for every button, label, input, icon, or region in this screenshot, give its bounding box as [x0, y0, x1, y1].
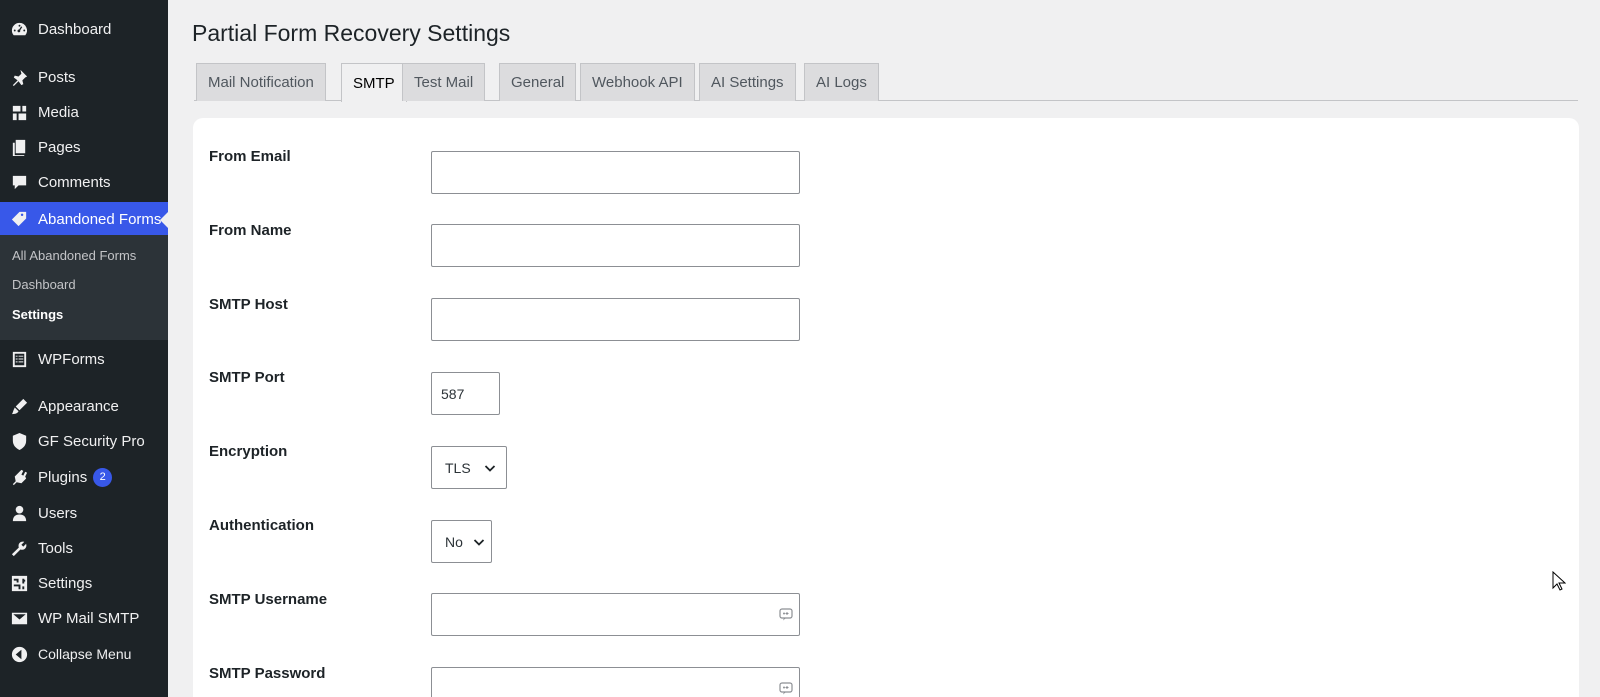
menu-item-settings[interactable]: Settings: [0, 566, 168, 600]
smtp-port-label: SMTP Port: [209, 369, 285, 386]
smtp-password-field[interactable]: [431, 667, 800, 697]
page-title: Partial Form Recovery Settings: [192, 20, 511, 46]
shield-icon: [9, 431, 29, 451]
authentication-select[interactable]: No: [431, 520, 492, 563]
menu-label: WP Mail SMTP: [38, 609, 140, 627]
smtp-host-field[interactable]: [431, 298, 800, 341]
submenu-item-all-abandoned-forms[interactable]: All Abandoned Forms: [12, 248, 136, 263]
encryption-select[interactable]: TLS: [431, 446, 507, 489]
menu-label: Tools: [38, 539, 74, 557]
collapse-icon: [9, 644, 29, 664]
menu-item-plugins[interactable]: Plugins 2: [0, 460, 168, 494]
pages-icon: [9, 137, 29, 157]
admin-sidebar: Dashboard Posts Media Pages Comments Aba…: [0, 0, 168, 697]
user-icon: [9, 503, 29, 523]
from-email-label: From Email: [209, 148, 291, 165]
menu-item-posts[interactable]: Posts: [0, 60, 168, 94]
encryption-label: Encryption: [209, 443, 288, 460]
media-icon: [9, 102, 29, 122]
from-name-field[interactable]: [431, 224, 800, 267]
password-manager-icon[interactable]: [779, 682, 793, 695]
menu-item-tools[interactable]: Tools: [0, 531, 168, 565]
from-email-field[interactable]: [431, 151, 800, 194]
tab-mail-notification[interactable]: Mail Notification: [196, 63, 326, 101]
menu-label: Plugins: [38, 468, 88, 486]
menu-label: Dashboard: [38, 20, 112, 38]
menu-item-pages[interactable]: Pages: [0, 130, 168, 164]
menu-item-users[interactable]: Users: [0, 496, 168, 530]
smtp-host-label: SMTP Host: [209, 296, 288, 313]
menu-item-comments[interactable]: Comments: [0, 165, 168, 199]
comment-icon: [9, 172, 29, 192]
tab-smtp[interactable]: SMTP: [341, 63, 407, 102]
authentication-label: Authentication: [209, 517, 314, 534]
collapse-menu-button[interactable]: Collapse Menu: [0, 637, 168, 671]
submenu-item-dashboard[interactable]: Dashboard: [12, 277, 76, 292]
menu-label: Settings: [38, 574, 93, 592]
menu-item-abandoned-forms[interactable]: Abandoned Forms: [0, 202, 168, 236]
menu-item-wp-mail-smtp[interactable]: WP Mail SMTP: [0, 601, 168, 635]
abandoned-forms-submenu: All Abandoned Forms Dashboard Settings: [0, 235, 168, 340]
smtp-password-label: SMTP Password: [209, 665, 326, 682]
forms-icon: [9, 349, 29, 369]
tab-ai-logs[interactable]: AI Logs: [804, 63, 879, 101]
menu-label: Pages: [38, 138, 81, 156]
smtp-username-field[interactable]: [431, 593, 800, 636]
pin-icon: [9, 67, 29, 87]
tab-webhook-api[interactable]: Webhook API: [580, 63, 695, 101]
chevron-down-icon: [473, 538, 485, 546]
plugin-icon: [9, 467, 29, 487]
submenu-item-settings[interactable]: Settings: [12, 307, 63, 322]
from-name-label: From Name: [209, 222, 292, 239]
settings-tabs: Mail Notification SMTP Test Mail General…: [194, 63, 1578, 102]
update-count-badge: 2: [93, 467, 113, 487]
brush-icon: [9, 396, 29, 416]
smtp-settings-panel: [193, 118, 1579, 697]
password-manager-icon[interactable]: [779, 608, 793, 621]
tag-icon: [9, 209, 29, 229]
smtp-port-value: 587: [441, 385, 465, 402]
tab-ai-settings[interactable]: AI Settings: [699, 63, 796, 101]
tab-test-mail[interactable]: Test Mail: [402, 63, 486, 101]
menu-label: Comments: [38, 173, 111, 191]
menu-item-gf-security-pro[interactable]: GF Security Pro: [0, 424, 168, 458]
menu-label: GF Security Pro: [38, 432, 145, 450]
menu-item-wpforms[interactable]: WPForms: [0, 342, 168, 376]
encryption-value: TLS: [445, 459, 471, 476]
menu-label: Appearance: [38, 397, 119, 415]
mouse-cursor-icon: [1552, 571, 1566, 591]
wrench-icon: [9, 538, 29, 558]
smtp-port-field[interactable]: 587: [431, 372, 500, 415]
menu-item-dashboard[interactable]: Dashboard: [0, 12, 168, 46]
settings-icon: [9, 573, 29, 593]
current-menu-arrow: [160, 212, 168, 228]
menu-item-appearance[interactable]: Appearance: [0, 389, 168, 423]
menu-label: Users: [38, 504, 78, 522]
menu-label: Media: [38, 103, 79, 121]
tab-general[interactable]: General: [499, 63, 577, 101]
authentication-value: No: [445, 533, 463, 550]
menu-label: Posts: [38, 68, 76, 86]
mail-icon: [9, 608, 29, 628]
menu-item-media[interactable]: Media: [0, 95, 168, 129]
dashboard-icon: [9, 19, 29, 39]
menu-label: WPForms: [38, 350, 105, 368]
smtp-username-label: SMTP Username: [209, 591, 328, 608]
menu-label: Collapse Menu: [38, 646, 132, 662]
chevron-down-icon: [484, 464, 496, 472]
menu-label: Abandoned Forms: [38, 210, 162, 228]
